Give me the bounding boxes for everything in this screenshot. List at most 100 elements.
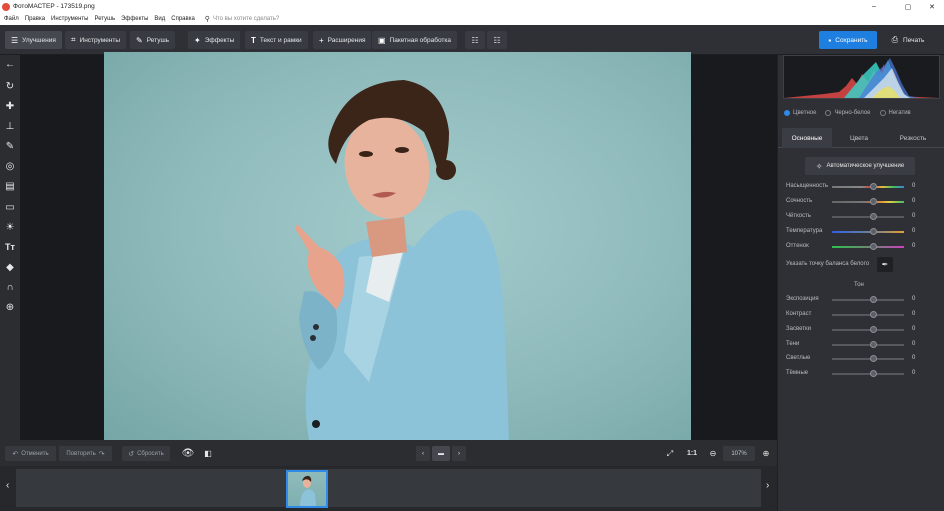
slider-saturation[interactable]: Насыщенность 0 — [786, 182, 916, 192]
mode-label: Негатив — [888, 110, 911, 116]
slider-track — [832, 373, 904, 375]
menu-effects[interactable]: Эффекты — [121, 16, 148, 22]
tab-batch[interactable]: ▣ Пакетная обработка — [372, 31, 458, 49]
tab-basic[interactable]: Основные — [782, 128, 832, 148]
geolocation-icon[interactable]: ⊕ — [3, 300, 17, 314]
tab-label: Улучшения — [22, 36, 56, 44]
compare-split-icon[interactable]: ◧ — [201, 446, 215, 461]
slider-knob[interactable] — [870, 355, 877, 362]
preview-eye-icon[interactable]: 👁 — [180, 446, 196, 461]
mode-bw-option[interactable]: Черно-белое — [825, 110, 871, 116]
menu-retouch[interactable]: Ретушь — [94, 16, 115, 22]
menu-tools[interactable]: Инструменты — [51, 16, 88, 22]
menu-file[interactable]: Файл — [4, 16, 19, 22]
fit-screen-icon[interactable]: ⤢ — [663, 446, 677, 461]
slider-value: 0 — [912, 370, 916, 376]
undo-button[interactable]: ↶ Отменить — [5, 446, 56, 461]
canvas-area[interactable] — [20, 52, 777, 440]
text-tool-icon[interactable]: Tт — [3, 240, 17, 254]
print-button[interactable]: ⎙ Печать — [880, 31, 936, 49]
tab-tools[interactable]: ⌗ Инструменты — [65, 31, 127, 49]
reset-button[interactable]: ↺ Сбросить — [122, 446, 170, 461]
tab-extensions[interactable]: + Расширения — [313, 31, 372, 49]
filmstrip-right-arrow-icon[interactable]: › — [766, 480, 769, 491]
slider-label: Экспозиция — [786, 296, 819, 302]
menu-edit[interactable]: Правка — [25, 16, 45, 22]
list-settings-icon: ☷ — [471, 35, 479, 45]
zoom-out-icon[interactable]: ⊖ — [706, 446, 720, 461]
slider-knob[interactable] — [870, 326, 877, 333]
undo-label: Отменить — [21, 450, 49, 457]
gradient-filter-icon[interactable]: ▤ — [3, 179, 17, 193]
slider-track — [832, 329, 904, 331]
mode-negative-option[interactable]: Негатив — [879, 110, 911, 116]
menu-view[interactable]: Вид — [154, 16, 165, 22]
slider-exposure[interactable]: Экспозиция 0 — [786, 295, 916, 305]
fill-icon[interactable]: ◆ — [3, 260, 17, 274]
light-icon[interactable]: ☀ — [3, 220, 17, 234]
vignette-icon[interactable]: ▭ — [3, 200, 17, 214]
slider-knob[interactable] — [870, 228, 877, 235]
healing-icon[interactable]: ✚ — [3, 99, 17, 113]
zoom-in-icon[interactable]: ⊕ — [759, 446, 773, 461]
menu-search[interactable]: ⚲ Что вы хотите сделать? — [205, 15, 279, 23]
tab-text-frames[interactable]: T Текст и рамки — [245, 31, 308, 49]
slider-track — [832, 201, 904, 203]
slider-knob[interactable] — [870, 183, 877, 190]
rotate-icon[interactable]: ↻ — [3, 79, 17, 93]
next-photo-button[interactable]: › — [452, 446, 466, 461]
filmstrip-thumbnail[interactable] — [286, 470, 328, 508]
tab-sharpness[interactable]: Резкость — [888, 128, 938, 148]
slider-knob[interactable] — [870, 243, 877, 250]
slider-knob[interactable] — [870, 311, 877, 318]
tab-label: Ретушь — [146, 36, 170, 44]
mode-color-option[interactable]: Цветное — [784, 110, 816, 116]
eyedropper-button[interactable]: ✒ — [877, 257, 893, 272]
brush-icon[interactable]: ✎ — [3, 139, 17, 153]
slider-shadows[interactable]: Тени 0 — [786, 340, 916, 350]
slider-highlights[interactable]: Засветки 0 — [786, 325, 916, 335]
slider-knob[interactable] — [870, 213, 877, 220]
slider-label: Тёмные — [786, 370, 809, 376]
filmstrip-left-arrow-icon[interactable]: ‹ — [6, 480, 9, 491]
photo-image[interactable] — [104, 52, 691, 440]
slider-temperature[interactable]: Температура 0 — [786, 227, 916, 237]
slider-vibrance[interactable]: Сочность 0 — [786, 197, 916, 207]
slider-knob[interactable] — [870, 341, 877, 348]
tab-label: Текст и рамки — [259, 36, 302, 44]
auto-enhance-button[interactable]: ✧ Автоматическое улучшение — [805, 157, 915, 175]
slider-value: 0 — [912, 243, 916, 249]
tab-effects[interactable]: ✦ Эффекты — [188, 31, 241, 49]
stamp-icon[interactable]: ⊥ — [3, 119, 17, 133]
slider-tint[interactable]: Оттенок 0 — [786, 242, 916, 252]
tab-colors[interactable]: Цвета — [834, 128, 884, 148]
chevron-right-icon: › — [458, 450, 460, 457]
tab-retouch[interactable]: ✎ Ретушь — [130, 31, 176, 49]
folder-icon: ▬ — [438, 450, 444, 457]
compare-settings-button[interactable]: ☷ — [465, 31, 485, 49]
zoom-1to1-button[interactable]: 1:1 — [684, 446, 700, 461]
filmstrip: ‹ › — [0, 466, 777, 511]
menu-help[interactable]: Справка — [171, 16, 195, 22]
save-button[interactable]: ▪ Сохранить — [819, 31, 877, 49]
tab-enhancements[interactable]: ☰ Улучшения — [5, 31, 62, 49]
history-settings-button[interactable]: ☷ — [487, 31, 507, 49]
slider-blacks[interactable]: Тёмные 0 — [786, 369, 916, 379]
close-button[interactable]: ✕ — [920, 0, 944, 13]
back-arrow-icon[interactable]: ← — [3, 57, 17, 71]
radial-filter-icon[interactable]: ◎ — [3, 159, 17, 173]
redo-button[interactable]: Повторить ↷ — [59, 446, 112, 461]
browse-folder-button[interactable]: ▬ — [432, 446, 450, 461]
slider-knob[interactable] — [870, 296, 877, 303]
slider-track — [832, 186, 904, 188]
zoom-level-field[interactable]: 107% — [723, 446, 755, 461]
prev-photo-button[interactable]: ‹ — [416, 446, 430, 461]
slider-knob[interactable] — [870, 198, 877, 205]
minimize-button[interactable]: – — [862, 0, 886, 13]
slider-clarity[interactable]: Чёткость 0 — [786, 212, 916, 222]
maximize-button[interactable]: ▢ — [896, 0, 920, 13]
slider-whites[interactable]: Светлые 0 — [786, 354, 916, 364]
slider-contrast[interactable]: Контраст 0 — [786, 310, 916, 320]
slider-knob[interactable] — [870, 370, 877, 377]
horseshoe-icon[interactable]: ∩ — [3, 280, 17, 294]
